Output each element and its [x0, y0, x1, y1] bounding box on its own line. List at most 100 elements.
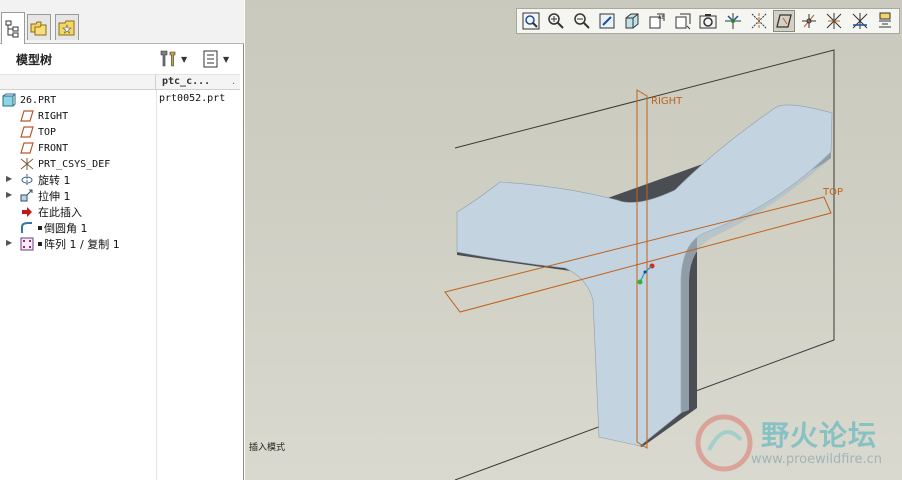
zoom-in-icon: [548, 13, 565, 29]
display-style-button[interactable]: [874, 10, 896, 32]
favorites-icon: [58, 20, 75, 35]
watermark-url: www.proewildfire.cn: [751, 452, 882, 467]
csys-icon: [20, 158, 34, 170]
datum-axes-icon: [751, 13, 766, 29]
datum-planes-button[interactable]: [772, 10, 795, 32]
column-name-header[interactable]: [0, 75, 156, 90]
view-toolbar: AB: [516, 8, 900, 34]
csys-display-button[interactable]: [823, 10, 845, 32]
forum-watermark: 野火论坛 www.proewildfire.cn: [691, 410, 901, 476]
datum-plane-icon: [20, 110, 34, 122]
graphics-window[interactable]: RIGHT TOP AB 插入模式 野火论坛 www.proewildfire.…: [245, 0, 902, 480]
svg-text:AB: AB: [658, 15, 665, 21]
model-tree-title: 模型树: [16, 53, 53, 67]
failed-marker-icon: [38, 242, 42, 246]
tree-show-button[interactable]: ▼: [202, 49, 238, 69]
screenshot-icon: [699, 14, 717, 29]
model-tree-tab[interactable]: [1, 12, 25, 44]
tree-item-part[interactable]: 26.PRT: [2, 92, 56, 108]
top-datum-label[interactable]: TOP: [823, 187, 843, 198]
folders-icon: [30, 21, 47, 35]
tree-item-csys[interactable]: PRT_CSYS_DEF: [20, 156, 110, 172]
annotations-icon: [852, 13, 867, 29]
favorites-tab[interactable]: [55, 14, 79, 40]
tree-item-extrude[interactable]: 拉伸 1: [20, 188, 71, 204]
watermark-title: 野火论坛: [761, 419, 878, 452]
shading-button[interactable]: [621, 10, 643, 32]
tree-show-icon: [203, 50, 218, 68]
tree-item-label: 阵列 1 / 复制 1: [44, 238, 120, 251]
tree-item-label: FRONT: [38, 142, 69, 154]
expand-arrow-icon[interactable]: ▶: [6, 238, 12, 247]
expand-arrow-icon[interactable]: ▶: [6, 190, 12, 199]
tree-settings-button[interactable]: ▼: [158, 49, 192, 69]
zoom-out-button[interactable]: [571, 10, 593, 32]
tree-column-header: ptc_c... .: [0, 74, 240, 90]
pattern-icon: [20, 237, 34, 251]
column-file-header[interactable]: ptc_c...: [162, 76, 210, 87]
spin-center-icon: [725, 13, 742, 29]
tree-item-label: RIGHT: [38, 110, 69, 122]
tree-item-top-plane[interactable]: TOP: [20, 124, 56, 140]
tree-item-label: 旋转 1: [38, 174, 71, 187]
repaint-button[interactable]: [596, 10, 618, 32]
annotations-button[interactable]: [849, 10, 871, 32]
tree-item-label: 在此插入: [38, 206, 82, 219]
chevron-down-icon: ▼: [181, 54, 188, 64]
tree-item-label: 倒圆角 1: [44, 222, 88, 235]
chevron-down-icon: ▼: [223, 54, 230, 64]
model-tree-icon: [5, 20, 19, 37]
repaint-icon: [599, 13, 615, 29]
model-view: [444, 49, 835, 480]
watermark-logo-icon: [695, 414, 753, 472]
navigator-panel: 模型树 ▼ ▼ ptc_c... . prt0052.prt 26.PRT RI…: [0, 0, 244, 480]
revolve-icon: [21, 174, 33, 186]
screenshot-button[interactable]: [697, 10, 719, 32]
status-message: 插入模式: [249, 443, 286, 453]
tree-item-round[interactable]: 倒圆角 1: [20, 220, 88, 236]
part-face: [456, 104, 833, 447]
datum-plane-icon: [20, 126, 34, 138]
failed-marker-icon: [38, 226, 42, 230]
insert-here-icon: [22, 207, 32, 217]
csys-display-icon: [827, 13, 842, 29]
datum-points-icon: [802, 14, 817, 28]
datum-planes-icon: [775, 14, 792, 28]
zoom-in-button[interactable]: [545, 10, 567, 32]
expand-arrow-icon[interactable]: ▶: [6, 174, 12, 183]
datum-points-button[interactable]: [798, 10, 820, 32]
zoom-fit-icon: [522, 12, 540, 30]
column-divider: [156, 90, 157, 480]
part-file-name: prt0052.prt: [159, 93, 226, 104]
tree-item-front-plane[interactable]: FRONT: [20, 140, 68, 156]
tree-item-pattern[interactable]: 阵列 1 / 复制 1: [20, 236, 120, 252]
tree-item-revolve[interactable]: 旋转 1: [20, 172, 71, 188]
saved-views-icon: [675, 13, 691, 30]
tree-item-insert-here[interactable]: 在此插入: [20, 204, 82, 220]
spin-center-button[interactable]: [722, 10, 744, 32]
extrude-icon: [20, 189, 33, 202]
part-icon: [2, 93, 16, 107]
zoom-fit-button[interactable]: [520, 10, 542, 32]
view-manager-button[interactable]: AB: [646, 10, 668, 32]
display-style-icon: [878, 12, 891, 28]
tree-item-label: TOP: [38, 126, 57, 138]
view-manager-icon: AB: [649, 13, 666, 29]
folder-browser-tab[interactable]: [27, 14, 51, 40]
saved-views-button[interactable]: [672, 10, 694, 32]
navigator-tab-strip: [0, 0, 244, 44]
right-datum-label[interactable]: RIGHT: [651, 96, 682, 107]
zoom-out-icon: [573, 13, 590, 29]
tree-item-label: 26.PRT: [20, 94, 57, 106]
model-tree-header: 模型树 ▼ ▼: [0, 44, 240, 74]
datum-plane-icon: [20, 142, 34, 154]
tree-item-label: 拉伸 1: [38, 190, 71, 203]
tree-item-right-plane[interactable]: RIGHT: [20, 108, 68, 124]
round-icon: [21, 222, 32, 233]
column-extra-header[interactable]: .: [232, 76, 235, 87]
tree-settings-icon: [160, 50, 176, 67]
tree-item-label: PRT_CSYS_DEF: [38, 158, 111, 170]
model-tree: prt0052.prt 26.PRT RIGHT TOP FRONT PRT_C…: [0, 90, 240, 480]
shading-icon: [625, 13, 639, 29]
datum-axes-button[interactable]: [747, 10, 769, 32]
